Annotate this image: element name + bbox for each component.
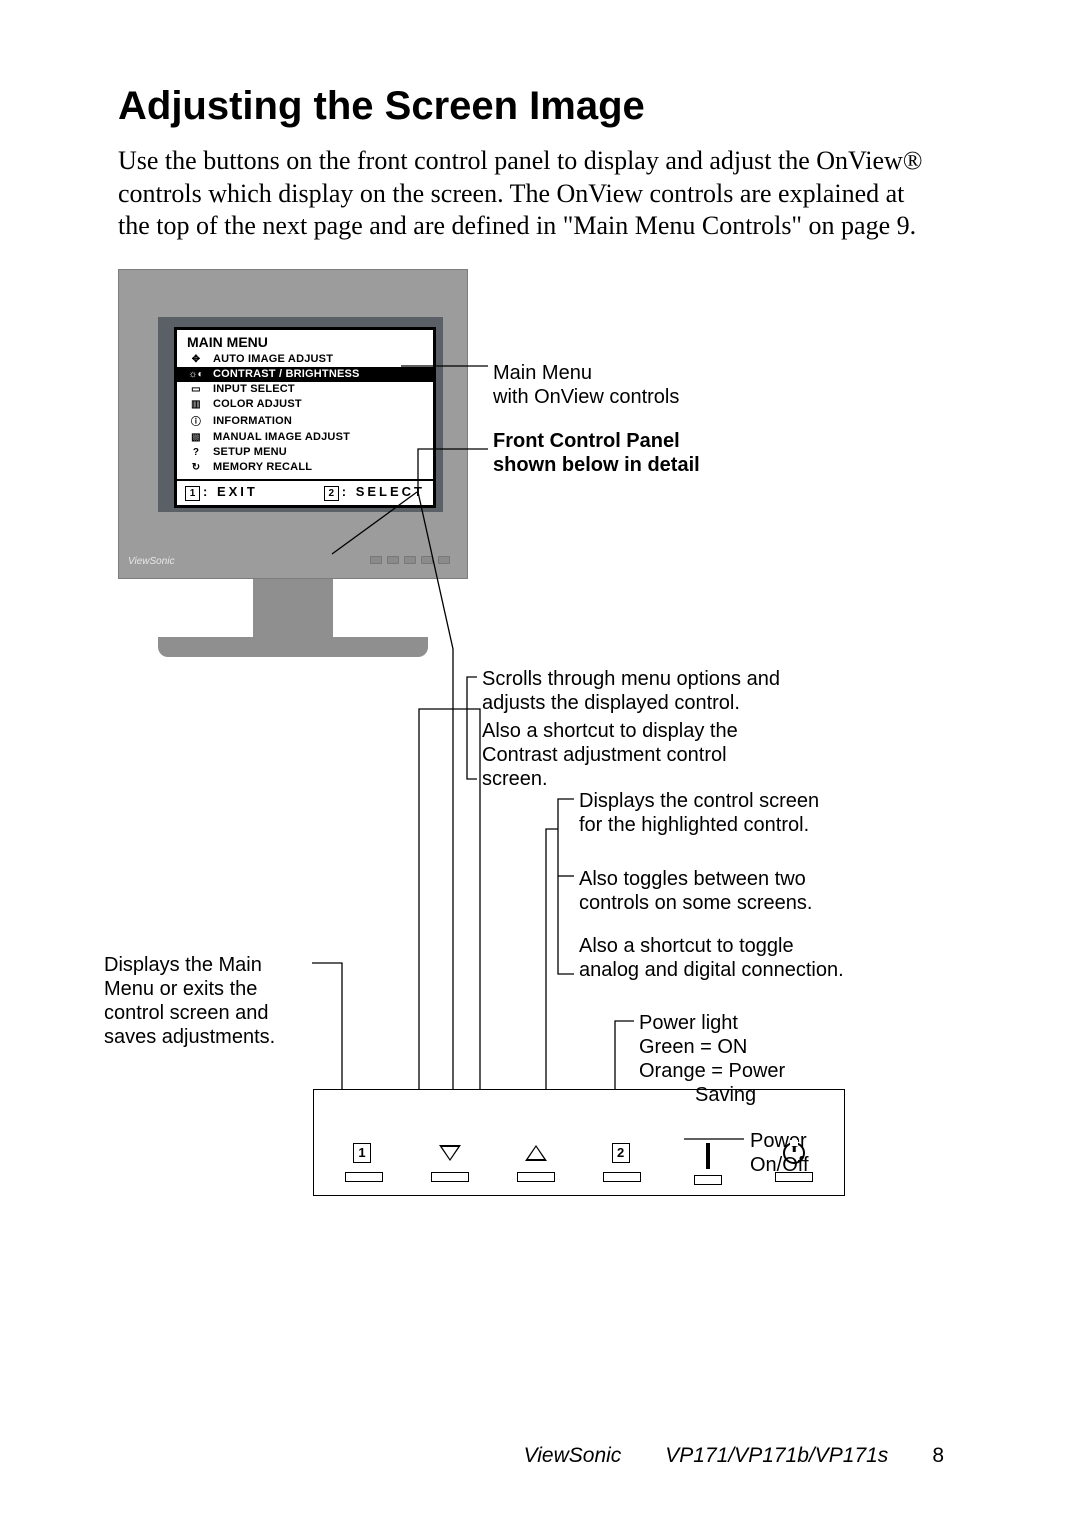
button-up[interactable] (508, 1140, 563, 1185)
button-power[interactable] (767, 1140, 822, 1185)
osd-item-memory-recall: ↻MEMORY RECALL (177, 460, 433, 475)
figure: ViewSonic MAIN MENU ✥AUTO IMAGE ADJUST ☼… (118, 269, 938, 1349)
osd-item-list: ✥AUTO IMAGE ADJUST ☼◐CONTRAST / BRIGHTNE… (177, 352, 433, 479)
callout-scroll-shortcut: Also a shortcut to display the Contrast … (482, 719, 792, 791)
page-title: Adjusting the Screen Image (118, 84, 938, 129)
callout-exit: Displays the Main Menu or exits the cont… (104, 953, 314, 1049)
monitor-brand-label: ViewSonic (128, 556, 175, 567)
page-content: Adjusting the Screen Image Use the butto… (118, 84, 938, 1349)
page-footer: ViewSonic VP171/VP171b/VP171s 8 (524, 1444, 944, 1468)
osd-item-input-select: ▭INPUT SELECT (177, 382, 433, 397)
footer-model: VP171/VP171b/VP171s (665, 1444, 888, 1468)
callout-main-menu: Main Menuwith OnView controls (493, 361, 679, 409)
osd-item-information: ⓘINFORMATION (177, 412, 433, 430)
button-down[interactable] (422, 1140, 477, 1185)
osd-item-color-adjust: ▥COLOR ADJUST (177, 397, 433, 412)
triangle-up-icon (525, 1145, 547, 1161)
power-led (681, 1140, 736, 1185)
intro-paragraph: Use the buttons on the front control pan… (118, 145, 938, 243)
footer-brand: ViewSonic (524, 1444, 622, 1468)
power-icon (783, 1142, 805, 1164)
osd-title: MAIN MENU (177, 330, 433, 352)
osd-item-contrast-brightness: ☼◐CONTRAST / BRIGHTNESS (177, 367, 433, 382)
osd-main-menu: MAIN MENU ✥AUTO IMAGE ADJUST ☼◐CONTRAST … (174, 327, 436, 508)
callout-select-1: Displays the control screen for the high… (579, 789, 839, 837)
osd-item-setup-menu: ?SETUP MENU (177, 445, 433, 460)
callout-select-3: Also a shortcut to toggle analog and dig… (579, 934, 859, 982)
footer-page-number: 8 (932, 1444, 944, 1468)
front-control-panel-detail: 1 2 (313, 1089, 845, 1196)
button-2[interactable]: 2 (595, 1140, 650, 1185)
callout-scroll: Scrolls through menu options and adjusts… (482, 667, 812, 715)
button-1[interactable]: 1 (336, 1140, 391, 1185)
osd-item-manual-image-adjust: ▧MANUAL IMAGE ADJUST (177, 430, 433, 445)
callout-front-panel-heading: Front Control Panelshown below in detail (493, 429, 700, 477)
triangle-down-icon (439, 1145, 461, 1161)
osd-item-auto-image-adjust: ✥AUTO IMAGE ADJUST (177, 352, 433, 367)
osd-footer: 1: EXIT 2: SELECT (177, 479, 433, 505)
callout-select-2: Also toggles between two controls on som… (579, 867, 819, 915)
